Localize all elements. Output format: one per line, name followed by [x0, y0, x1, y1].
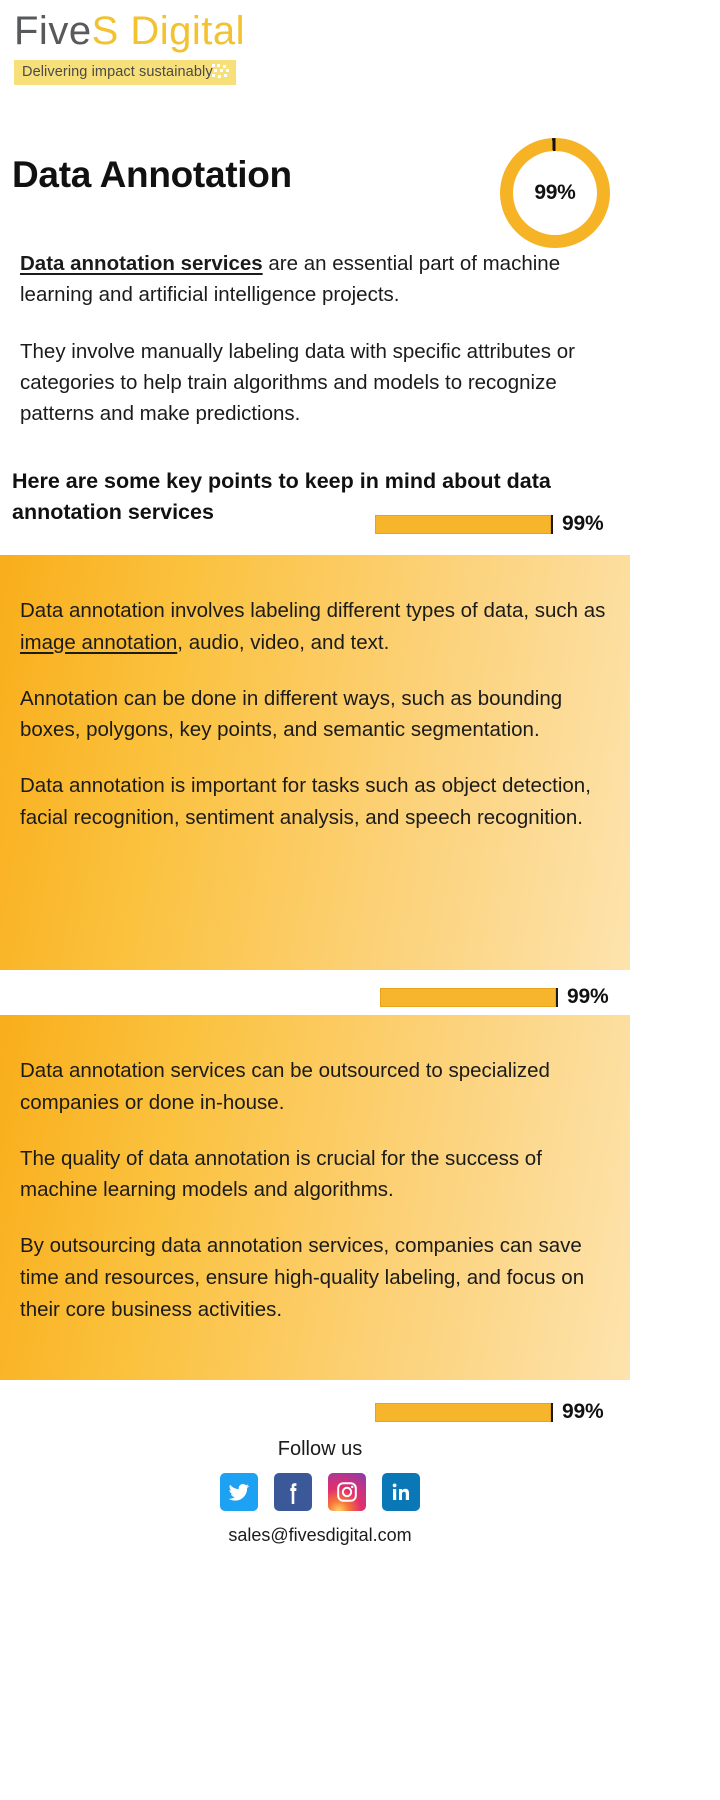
follow-us-label: Follow us	[277, 1438, 363, 1460]
panel1-p1-text-b: , audio, video, and text.	[177, 630, 390, 654]
facebook-icon[interactable]	[274, 1473, 312, 1511]
progress-bar-label-1: 99%	[562, 512, 604, 535]
panel1-paragraph-3: Data annotation is important for tasks s…	[20, 774, 591, 829]
donut-progress-gauge: 99%	[500, 138, 610, 248]
page-title: Data Annotation	[12, 154, 292, 195]
linkedin-icon[interactable]	[382, 1473, 420, 1511]
instagram-icon[interactable]	[328, 1473, 366, 1511]
panel2-paragraph-3: By outsourcing data annotation services,…	[20, 1234, 585, 1321]
social-links-row	[0, 1473, 640, 1511]
dots-decoration-icon	[212, 64, 230, 80]
donut-percent-label: 99%	[534, 181, 576, 204]
progress-bar-row-3: 99%	[375, 1400, 604, 1424]
brand-tagline: Delivering impact sustainably	[22, 64, 213, 80]
image-annotation-link[interactable]: image annotation	[20, 631, 177, 654]
intro-paragraph-1: Data annotation services are an essentia…	[20, 248, 620, 310]
panel1-p1-text-a: Data annotation involves labeling differ…	[20, 599, 606, 622]
panel2-paragraph-2: The quality of data annotation is crucia…	[20, 1146, 542, 1202]
intro-lead-link[interactable]: Data annotation services	[20, 252, 263, 275]
brand-tagline-banner: Delivering impact sustainably	[14, 60, 236, 86]
progress-bar-row-1: 99%	[375, 512, 604, 536]
progress-bar-label-2: 99%	[567, 985, 609, 1008]
progress-bar-track-2[interactable]	[380, 987, 558, 1007]
panel1-paragraph-1: Data annotation involves labeling differ…	[20, 595, 606, 659]
progress-bar-label-3: 99%	[562, 1400, 604, 1423]
brand-name-part1: Five	[14, 9, 92, 53]
brand-name-part3: Digital	[118, 9, 246, 53]
content-panel-1-inner: Data annotation involves labeling differ…	[0, 555, 630, 854]
panel1-paragraph-2: Annotation can be done in different ways…	[20, 686, 563, 742]
brand-logo[interactable]: FiveS Digital Delivering impact sustaina…	[14, 8, 274, 86]
progress-bar-track-1[interactable]	[375, 514, 553, 534]
panel2-paragraph-1: Data annotation services can be outsourc…	[20, 1059, 550, 1114]
twitter-icon[interactable]	[220, 1473, 258, 1511]
footer: Follow us sales@fivesdigital.com	[0, 1438, 640, 1546]
content-panel-2-inner: Data annotation services can be outsourc…	[0, 1015, 630, 1345]
contact-email[interactable]: sales@fivesdigital.com	[0, 1525, 640, 1546]
progress-bar-cap-1	[551, 514, 553, 534]
brand-wordmark: FiveS Digital	[14, 8, 274, 54]
content-panel-1: Data annotation involves labeling differ…	[0, 555, 630, 970]
content-panel-2: Data annotation services can be outsourc…	[0, 1015, 630, 1380]
progress-bar-fill-3	[375, 1402, 552, 1422]
intro-paragraph-2: They involve manually labeling data with…	[20, 340, 575, 426]
progress-bar-track-3[interactable]	[375, 1402, 553, 1422]
brand-name-part2: S	[91, 9, 119, 53]
infographic-page: FiveS Digital Delivering impact sustaina…	[0, 0, 720, 1800]
progress-bar-cap-2	[556, 987, 558, 1007]
progress-bar-row-2: 99%	[380, 985, 609, 1009]
progress-bar-cap-3	[551, 1402, 553, 1422]
progress-bar-fill-2	[380, 987, 557, 1007]
progress-bar-fill-1	[375, 514, 552, 534]
